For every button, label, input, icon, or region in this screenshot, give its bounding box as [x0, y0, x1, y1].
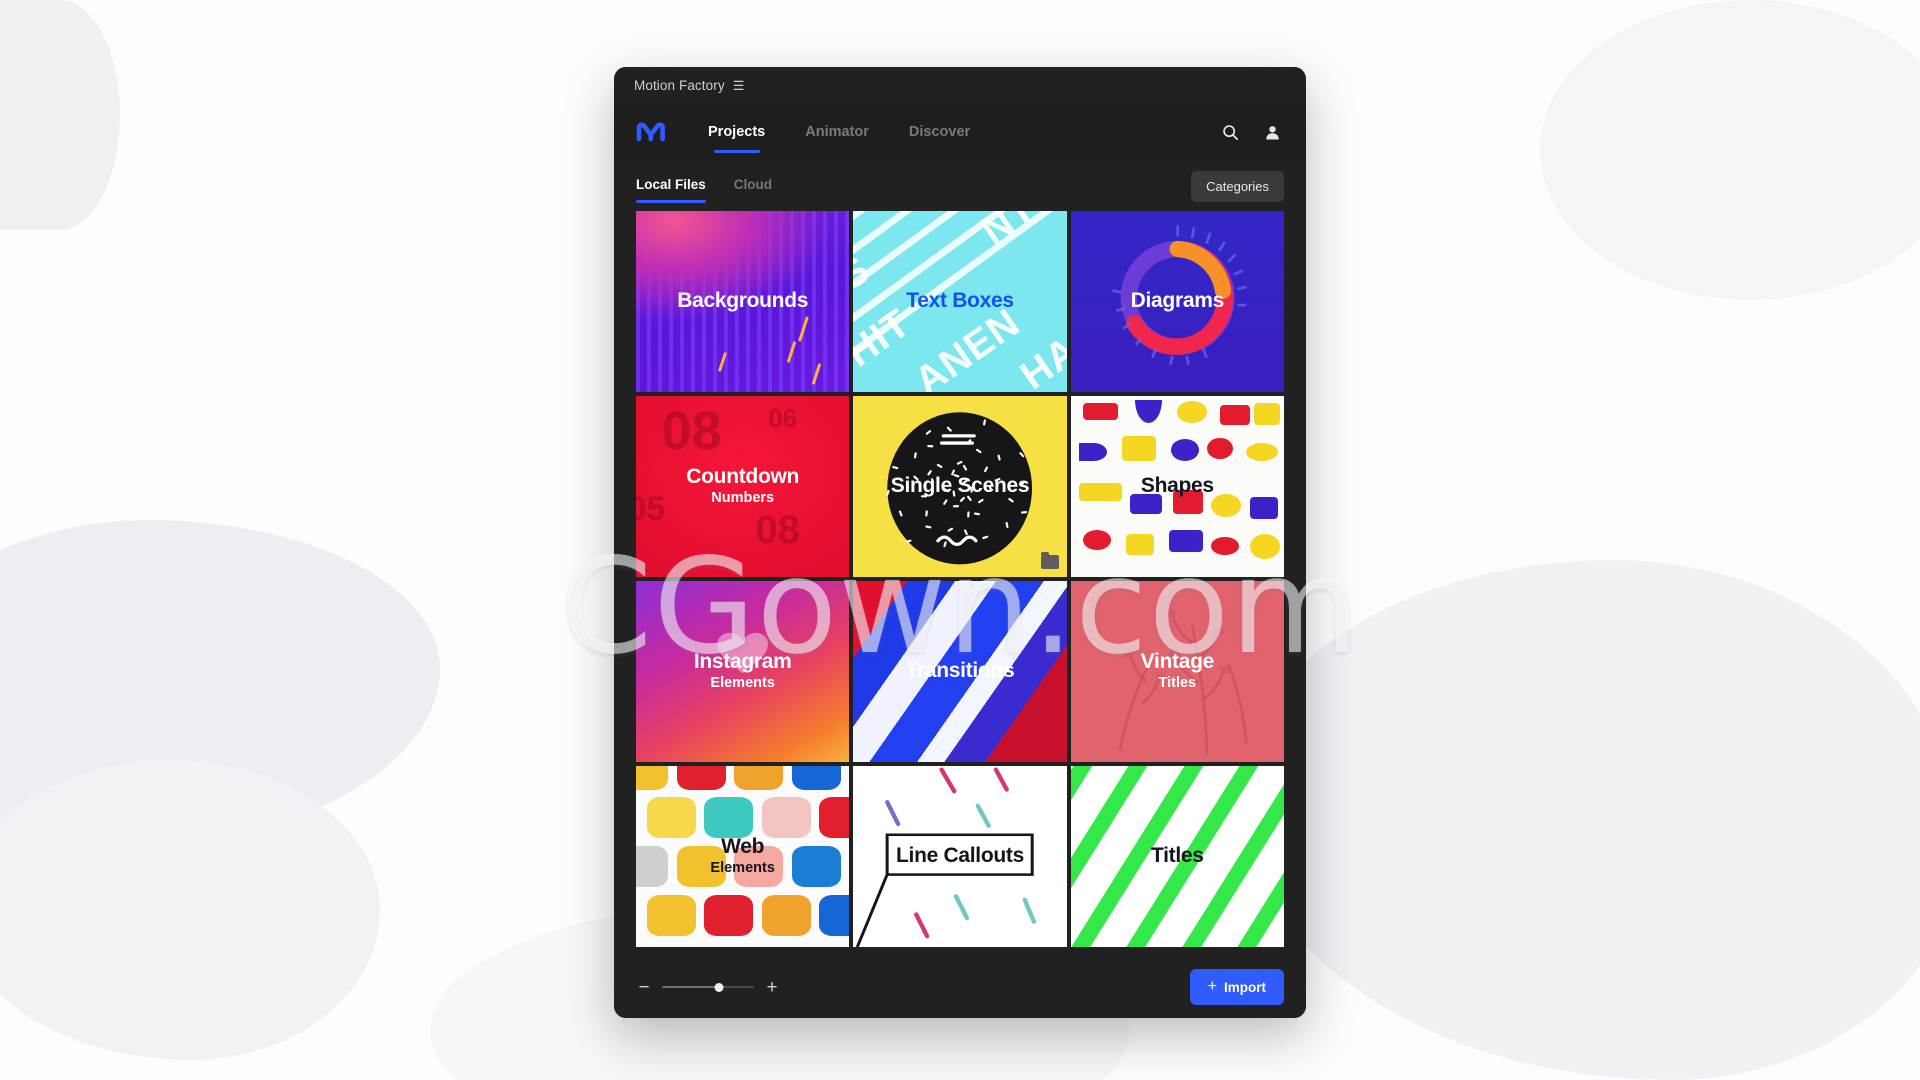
card-label-wrap: Backgrounds: [671, 289, 814, 313]
project-card[interactable]: Backgrounds: [636, 211, 850, 392]
project-card[interactable]: 08 06 05 08 Countdown Numbers: [636, 396, 850, 577]
project-card[interactable]: Single Scenes: [853, 396, 1067, 577]
project-card[interactable]: Instagram Elements: [636, 581, 850, 762]
zoom-out-button[interactable]: −: [636, 978, 652, 997]
import-button-label: Import: [1224, 979, 1266, 995]
card-title: Shapes: [1140, 474, 1214, 498]
nav-tab-discover[interactable]: Discover: [889, 103, 990, 161]
card-label-wrap: Diagrams: [1125, 289, 1230, 313]
card-title: Web: [721, 835, 765, 859]
card-title: Transitions: [905, 659, 1015, 683]
project-card[interactable]: Line Callouts: [853, 766, 1067, 947]
window-title: Motion Factory: [634, 77, 725, 93]
card-title: Text Boxes: [906, 289, 1014, 313]
nav-tab-label: Animator: [805, 124, 869, 140]
zoom-slider-handle[interactable]: [714, 982, 724, 992]
card-label-wrap: Single Scenes: [885, 474, 1036, 498]
card-label-wrap: Line Callouts: [890, 844, 1030, 868]
hamburger-icon[interactable]: ☰: [733, 79, 745, 92]
sub-navigation: Local Files Cloud Categories: [614, 161, 1306, 211]
project-card[interactable]: Vintage Titles: [1070, 581, 1284, 762]
card-label-wrap: Instagram Elements: [688, 651, 798, 691]
card-label-wrap: Transitions: [900, 659, 1021, 683]
primary-navigation: Projects Animator Discover: [614, 103, 1306, 161]
background-blob: [1240, 560, 1920, 1080]
card-title: Countdown: [686, 465, 800, 489]
zoom-slider[interactable]: [662, 980, 754, 994]
project-card[interactable]: Web Elements: [636, 766, 850, 947]
infinity-logo-icon[interactable]: [634, 115, 668, 149]
plus-icon: +: [1207, 978, 1217, 995]
categories-button[interactable]: Categories: [1191, 170, 1284, 202]
bottom-toolbar: − + + Import: [614, 956, 1306, 1018]
project-card[interactable]: S NT HIT ANEN HA Text Boxes: [853, 211, 1067, 392]
nav-actions: [1216, 118, 1286, 146]
card-title: Instagram: [693, 650, 792, 674]
background-blob: [1540, 0, 1920, 300]
zoom-control: − +: [636, 978, 780, 997]
card-label-wrap: Vintage Titles: [1135, 651, 1220, 691]
card-label-wrap: Shapes: [1135, 474, 1220, 498]
nav-tab-projects[interactable]: Projects: [688, 103, 785, 161]
import-button[interactable]: + Import: [1189, 969, 1284, 1005]
application-window: Motion Factory ☰ Projects Animator Disco…: [614, 67, 1306, 1018]
profile-icon[interactable]: [1258, 118, 1286, 146]
zoom-in-button[interactable]: +: [764, 978, 780, 997]
nav-tab-label: Projects: [708, 124, 766, 140]
card-title: Backgrounds: [677, 289, 809, 313]
card-subtitle: Elements: [710, 860, 775, 876]
subtab-local-files[interactable]: Local Files: [636, 177, 706, 203]
card-label-wrap: Countdown Numbers: [680, 466, 805, 506]
card-title: Titles: [1150, 844, 1204, 868]
card-subtitle: Titles: [1158, 675, 1197, 691]
card-title: Single Scenes: [890, 474, 1030, 498]
card-subtitle: Numbers: [711, 490, 775, 506]
card-title: Vintage: [1140, 650, 1215, 674]
subtab-cloud[interactable]: Cloud: [734, 177, 772, 195]
project-card[interactable]: Transitions: [853, 581, 1067, 762]
project-card[interactable]: Diagrams: [1070, 211, 1284, 392]
background-blob: [0, 0, 120, 230]
title-bar: Motion Factory ☰: [614, 67, 1306, 103]
card-title: Line Callouts: [896, 844, 1024, 868]
nav-tab-animator[interactable]: Animator: [785, 103, 889, 161]
nav-tab-list: Projects Animator Discover: [688, 103, 990, 161]
project-cards-grid: Backgrounds S NT HIT ANEN HAText Boxes: [614, 211, 1306, 956]
card-label-wrap: Titles: [1145, 844, 1210, 868]
project-card[interactable]: Shapes: [1070, 396, 1284, 577]
card-title: Diagrams: [1130, 289, 1225, 313]
project-card[interactable]: Titles: [1070, 766, 1284, 947]
card-label-wrap: Text Boxes: [900, 289, 1020, 313]
zoom-slider-fill: [662, 986, 720, 988]
card-label-wrap: Web Elements: [704, 836, 780, 876]
card-subtitle: Elements: [710, 675, 775, 691]
nav-tab-label: Discover: [908, 124, 971, 140]
search-icon[interactable]: [1216, 118, 1244, 146]
folder-icon: [1040, 552, 1059, 569]
